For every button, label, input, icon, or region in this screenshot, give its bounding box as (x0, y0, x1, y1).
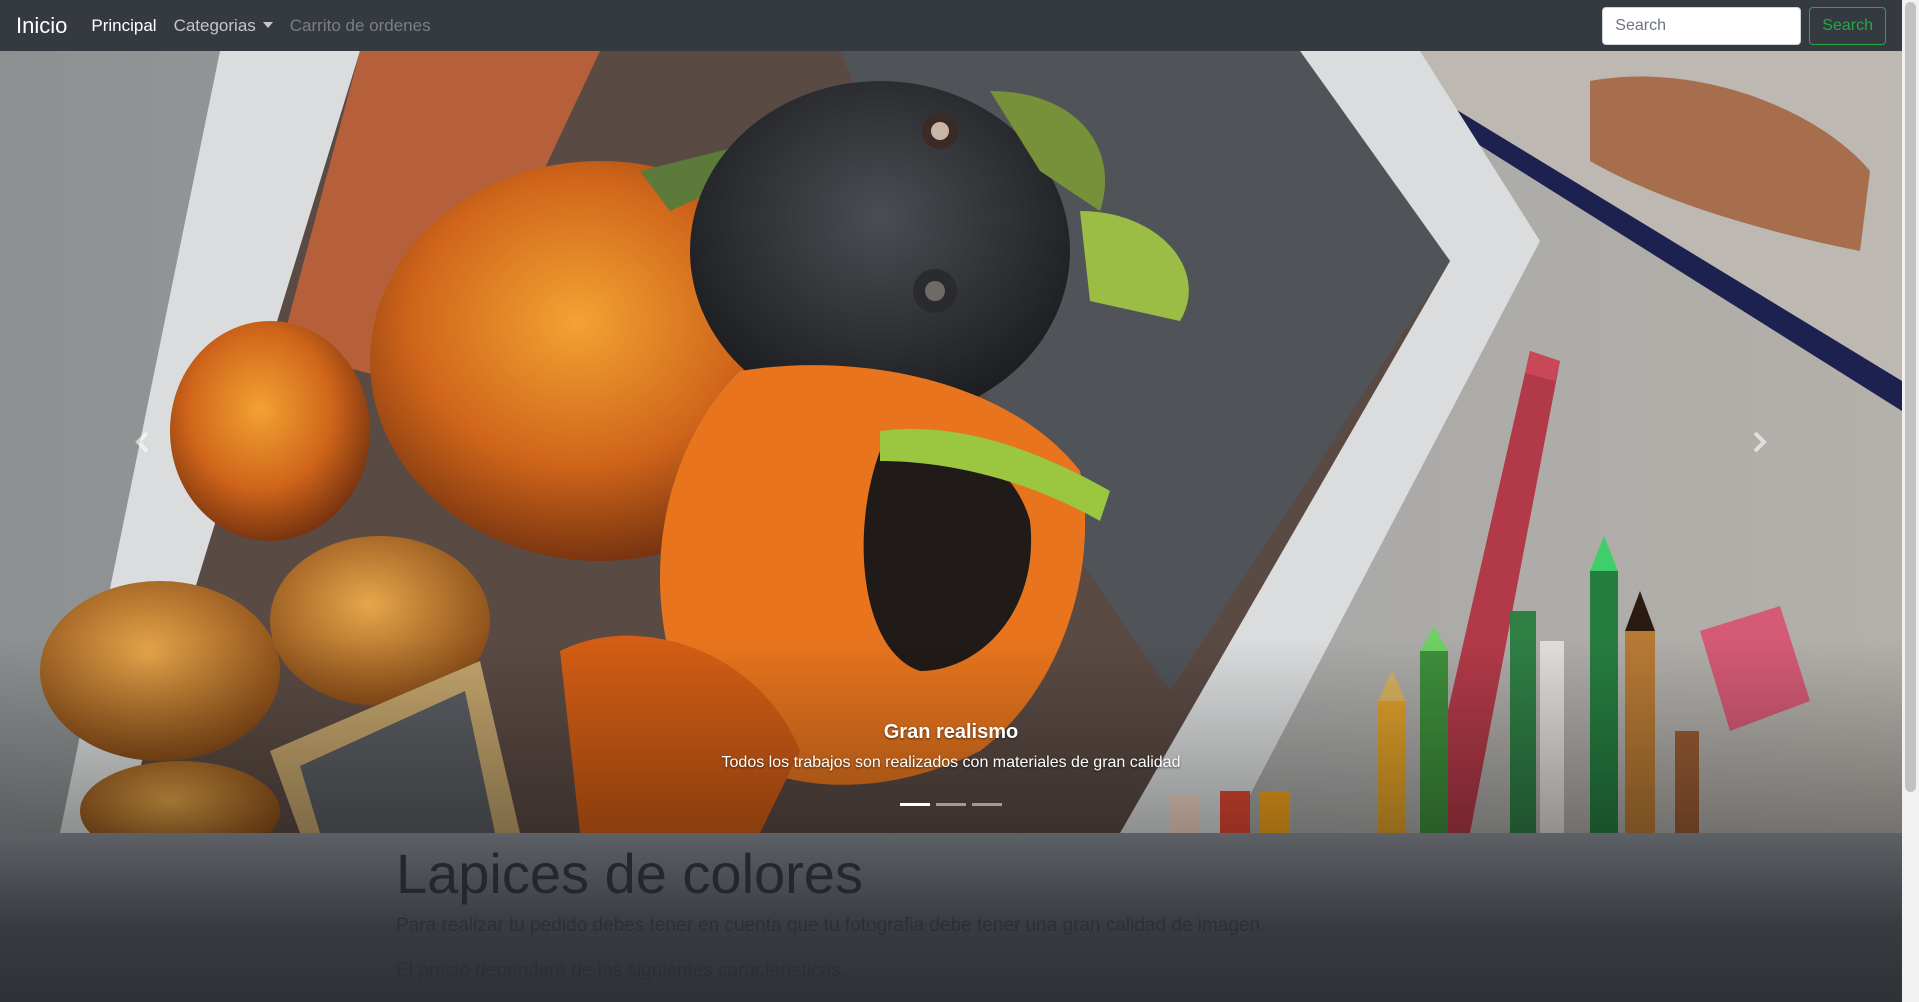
carousel-prev-button[interactable] (0, 51, 285, 833)
nav-link-carrito: Carrito de ordenes (289, 15, 431, 35)
search-input[interactable] (1602, 6, 1802, 45)
price-paragraph: El precio dependerá de las siguientes ca… (396, 959, 846, 981)
caret-down-icon (262, 21, 273, 28)
caption-text: Todos los trabajos son realizados con ma… (721, 754, 1181, 771)
carousel-indicators (0, 803, 1902, 806)
main-content: Lapices de colores Para realizar tu pedi… (0, 833, 1902, 1002)
chevron-right-icon (1753, 431, 1768, 453)
nav-dropdown-categorias[interactable]: Categorias (174, 16, 273, 36)
scrollbar-thumb[interactable] (1905, 2, 1916, 792)
nav-link-principal[interactable]: Principal (91, 16, 156, 36)
nav-dropdown-label: Categorias (173, 15, 256, 35)
top-navbar: Inicio Principal Categorias Carrito de o… (0, 0, 1902, 51)
brand-link[interactable]: Inicio (16, 13, 67, 39)
carousel-indicator-1[interactable] (900, 803, 930, 806)
image-carousel: Gran realismo Todos los trabajos son rea… (0, 51, 1902, 833)
jumbotron: Lapices de colores Para realizar tu pedi… (396, 833, 1506, 982)
search-button[interactable]: Search (1809, 6, 1886, 45)
carousel-indicator-2[interactable] (936, 803, 966, 806)
caption-title: Gran realismo (883, 721, 1019, 743)
carousel-caption: Gran realismo Todos los trabajos son rea… (0, 721, 1902, 772)
page-scrollbar[interactable] (1902, 0, 1919, 1002)
intro-paragraph: Para realizar tu pedido debes tener en c… (396, 914, 1266, 936)
search-form: Search (1602, 6, 1886, 45)
carousel-next-button[interactable] (1617, 51, 1902, 833)
chevron-left-icon (134, 431, 149, 453)
carousel-indicator-3[interactable] (972, 803, 1002, 806)
page-title: Lapices de colores (396, 842, 863, 905)
